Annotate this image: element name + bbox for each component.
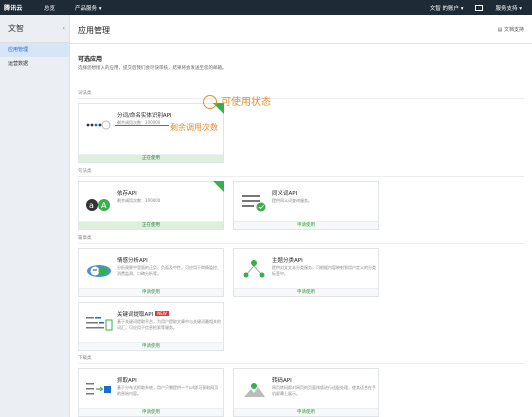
doc-support-label: 文档支持: [503, 27, 524, 33]
top-navbar: 腾讯云 总览 产品服务 ▾ 文智 的账户 ▾ 服务支持 ▾: [0, 0, 532, 15]
collapse-sidebar-icon[interactable]: ‹: [63, 15, 65, 43]
apply-button[interactable]: 申请使用: [234, 288, 378, 296]
sentiment-icon: [85, 258, 111, 280]
sidebar-item-operation-data[interactable]: 运营数据: [0, 57, 69, 71]
segmentation-icon: [85, 113, 111, 135]
card-crawl-api: 抓取API 基于分布式抓取系统，用户只需提供一个url即可获取网页的原始内容。 …: [78, 368, 224, 417]
status-button-in-use[interactable]: 正在使用: [79, 154, 223, 162]
card-name: 转码API: [272, 378, 292, 384]
apply-button[interactable]: 申请使用: [79, 408, 223, 416]
group-divider: [78, 98, 524, 99]
group-label-lexical: 词法类: [78, 91, 92, 96]
account-menu[interactable]: 文智 的账户 ▾: [430, 4, 464, 12]
sidebar-title: 文智 ‹: [0, 15, 69, 43]
card-desc: 基于分布式抓取系统，用户只需提供一个url即可获取网页的原始内容。: [117, 385, 219, 396]
group-divider: [78, 363, 524, 364]
card-synonym-api: 同义词API 提供同义词查询服务。 申请使用: [233, 181, 379, 230]
annotation-status-label: 可使用状态: [221, 97, 271, 108]
card-sentiment-api: 情感分析API 分析观察中里面的正负、负面及中性。可应用于舆情监控、消费监测、口…: [78, 248, 224, 297]
card-name: 依存API: [117, 191, 137, 197]
transcode-icon: [240, 378, 266, 400]
mail-icon[interactable]: [475, 4, 484, 11]
section-title: 可选应用: [78, 56, 103, 63]
crawl-icon: [85, 378, 111, 400]
group-label-syntax: 句法类: [78, 169, 92, 174]
apply-button[interactable]: 申请使用: [234, 408, 378, 416]
card-dependency-api: a A 依存API 剩余调用次数：100000 正在使用: [78, 181, 224, 230]
nav-products-menu[interactable]: 产品服务 ▾: [75, 4, 102, 12]
apply-button[interactable]: 申请使用: [79, 342, 223, 350]
nav-home-link[interactable]: 总览: [44, 4, 55, 12]
svg-text:A: A: [101, 201, 107, 210]
topbar-right: 文智 的账户 ▾ 服务支持 ▾: [418, 0, 522, 15]
card-desc: 网页转码即对网页的页面排版进行适配处理，使其适合在手机屏幕上展示。: [272, 385, 376, 396]
sidebar-item-app-management[interactable]: 应用管理: [0, 43, 69, 57]
section-description: 选择您想接入的应用，提交后我们会尽快审核，结果将会发送至您的邮箱。: [78, 66, 227, 71]
card-name: 分词/命名实体识别API: [117, 113, 172, 119]
card-desc: 提供同义词查询服务。: [272, 198, 312, 203]
main-content: 应用管理 ▤ 文档支持 可选应用 选择您想接入的应用，提交后我们会尽快审核，结果…: [70, 15, 532, 417]
card-topic-api: 主题分类API 提供对文文本分类服务，可根据内容映射到用户定义的分类标签中。 申…: [233, 248, 379, 297]
synonym-icon: [240, 191, 266, 213]
group-divider: [78, 243, 524, 244]
apply-button[interactable]: 申请使用: [234, 221, 378, 229]
card-desc: 分析观察中里面的正负、负面及中性。可应用于舆情监控、消费监测、口碑分析等。: [117, 265, 221, 276]
divider: [70, 43, 532, 44]
card-name: 抓取API: [117, 378, 137, 384]
annotation-circle: [203, 95, 217, 109]
card-name: 关键词提取API NEW: [117, 310, 169, 318]
page-title: 应用管理: [78, 26, 110, 35]
keyword-extract-icon: [85, 312, 113, 334]
apply-button[interactable]: 申请使用: [79, 288, 223, 296]
card-ner-api: 分词/命名实体识别API 剩余调用次数：100000 正在使用: [78, 103, 224, 163]
dependency-icon: a A: [85, 191, 111, 213]
annotation-remaining-label: 剩余调用次数: [170, 123, 218, 132]
sidebar: 文智 ‹ 应用管理 运营数据: [0, 15, 70, 417]
new-badge: NEW: [155, 311, 169, 316]
brand-logo[interactable]: 腾讯云: [4, 3, 38, 12]
card-desc: 提供对文文本分类服务，可根据内容映射到用户定义的分类标签中。: [272, 265, 376, 276]
card-desc: 基于关键词提取平台，为用户提取文章中与关键词最相关的词汇，可应用于信息检索等服务…: [117, 319, 221, 330]
card-desc: 剩余调用次数：100000: [117, 198, 161, 203]
card-name-text: 关键词提取API: [117, 312, 154, 318]
card-keyword-api: 关键词提取API NEW 基于关键词提取平台，为用户提取文章中与关键词最相关的词汇…: [78, 302, 224, 351]
group-label-download: 下载类: [78, 356, 92, 361]
group-label-text: 篇章类: [78, 236, 92, 241]
group-divider: [78, 176, 524, 177]
card-transcode-api: 转码API 网页转码即对网页的页面排版进行适配处理，使其适合在手机屏幕上展示。 …: [233, 368, 379, 417]
support-menu[interactable]: 服务支持 ▾: [495, 4, 522, 12]
annotation-underline: [115, 125, 169, 126]
topic-classification-icon: [240, 258, 266, 280]
sidebar-title-text: 文智: [8, 24, 24, 33]
card-name: 同义词API: [272, 191, 298, 197]
card-name: 主题分类API: [272, 258, 303, 264]
card-name: 情感分析API: [117, 258, 148, 264]
doc-support-link[interactable]: ▤ 文档支持: [498, 26, 524, 33]
status-button-in-use[interactable]: 正在使用: [79, 221, 223, 229]
svg-text:a: a: [89, 201, 94, 210]
active-corner-icon: [213, 181, 224, 192]
